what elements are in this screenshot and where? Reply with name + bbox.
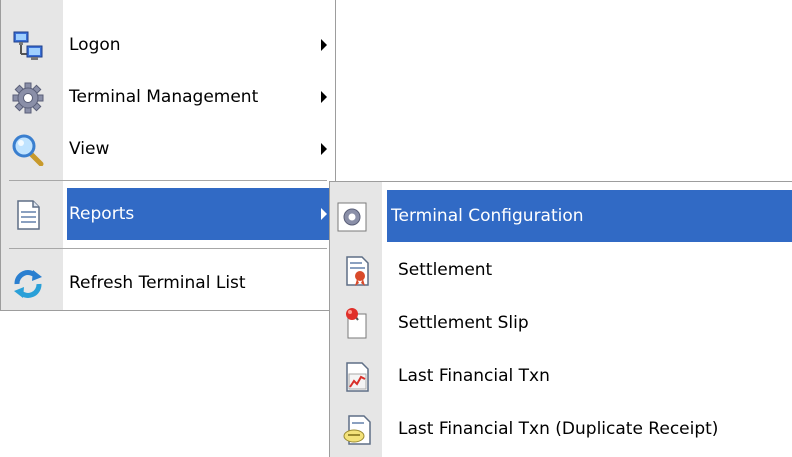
menu-item-refresh-terminal-list[interactable]: Refresh Terminal List [1, 257, 335, 309]
menu-item-label: Refresh Terminal List [69, 273, 246, 293]
submenu-item-last-financial-txn-duplicate-receipt[interactable]: Last Financial Txn (Duplicate Receipt) [330, 403, 792, 455]
menu-item-reports[interactable]: Reports [17, 188, 335, 240]
menu-item-logon[interactable]: Logon [1, 19, 335, 71]
main-context-menu: Logon Terminal Management View Reports R… [0, 0, 336, 311]
submenu-arrow-icon [321, 39, 327, 51]
refresh-icon [11, 268, 45, 300]
menu-item-label: Settlement Slip [398, 313, 529, 333]
submenu-item-settlement[interactable]: Settlement [330, 244, 792, 296]
menu-item-label: Terminal Management [69, 87, 259, 107]
reports-submenu: Terminal Configuration Settlement Settle [329, 181, 792, 457]
submenu-item-settlement-slip[interactable]: Settlement Slip [330, 297, 792, 349]
gear-icon [11, 82, 45, 114]
certificate-document-icon [340, 255, 374, 287]
menu-item-label: Terminal Configuration [391, 206, 584, 226]
document-icon [11, 199, 45, 231]
submenu-arrow-icon [321, 208, 327, 220]
network-computer-icon [11, 30, 45, 62]
menu-separator [9, 248, 327, 249]
menu-item-label: Logon [69, 35, 121, 55]
submenu-item-terminal-configuration[interactable]: Terminal Configuration [337, 190, 792, 242]
submenu-item-last-financial-txn[interactable]: Last Financial Txn [330, 350, 792, 402]
menu-item-terminal-management[interactable]: Terminal Management [1, 71, 335, 123]
receipt-document-icon [340, 414, 374, 446]
submenu-arrow-icon [321, 91, 327, 103]
menu-item-view[interactable]: View [1, 123, 335, 175]
menu-item-label: Reports [69, 204, 135, 224]
menu-item-label: Last Financial Txn [398, 366, 550, 386]
menu-item-label: Last Financial Txn (Duplicate Receipt) [398, 419, 719, 439]
pinned-slip-icon [340, 308, 374, 340]
menu-separator [9, 180, 327, 181]
chart-document-icon [340, 361, 374, 393]
menu-item-label: View [69, 139, 110, 159]
gear-document-icon [336, 201, 370, 233]
magnifier-icon [11, 134, 45, 167]
submenu-arrow-icon [321, 143, 327, 155]
menu-item-label: Settlement [398, 260, 493, 280]
